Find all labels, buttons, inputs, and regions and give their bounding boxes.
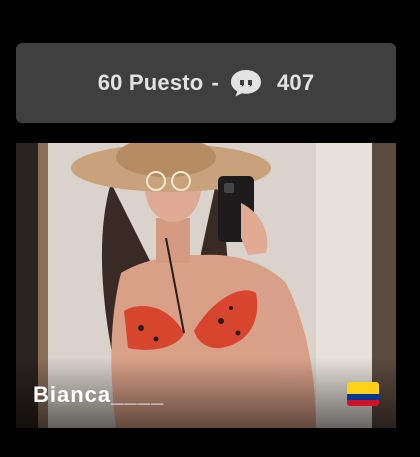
- profile-photo-card[interactable]: Bianca____: [16, 143, 396, 428]
- colombia-flag-icon: [347, 382, 379, 406]
- rank-separator: -: [211, 70, 219, 95]
- rank-bar: 60 Puesto - 407: [16, 43, 396, 123]
- comment-bubble-icon[interactable]: [229, 68, 263, 98]
- rank-position: 60 Puesto: [97, 70, 204, 95]
- username-label[interactable]: Bianca____: [33, 382, 164, 408]
- comment-count: 407: [276, 70, 315, 95]
